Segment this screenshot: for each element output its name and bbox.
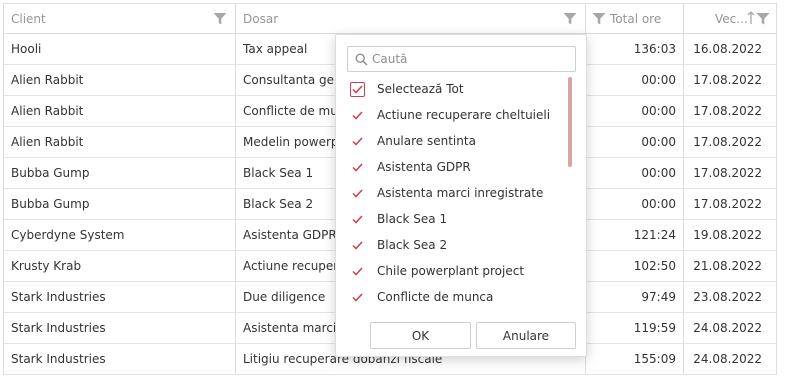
select-all-item[interactable]: Selectează Tot xyxy=(350,76,574,102)
cell-date: 24.08.2022 xyxy=(693,352,762,366)
option-checkbox[interactable] xyxy=(350,290,365,305)
option-checkbox[interactable] xyxy=(350,186,365,201)
cell-client: Stark Industries xyxy=(4,282,236,312)
check-icon xyxy=(352,267,363,276)
cell-date: 24.08.2022 xyxy=(693,321,762,335)
cell-total-ore: 00:00 xyxy=(586,65,684,95)
cell-client: Alien Rabbit xyxy=(4,96,236,126)
check-icon xyxy=(352,293,363,302)
cell-total-ore: 00:00 xyxy=(586,189,684,219)
cell-total-ore: 136:03 xyxy=(586,34,684,64)
filter-option[interactable]: Actiune recuperare cheltuieli xyxy=(350,102,574,128)
cell-total-ore: 00:00 xyxy=(586,158,684,188)
search-icon xyxy=(355,53,368,66)
filter-icon[interactable] xyxy=(592,12,606,26)
cell-client: Bubba Gump xyxy=(4,189,236,219)
option-checkbox[interactable] xyxy=(350,264,365,279)
cell-client: Bubba Gump xyxy=(4,158,236,188)
cell-date: 17.08.2022 xyxy=(693,135,762,149)
column-header-label: Total ore xyxy=(610,11,662,26)
cell-date: 17.08.2022 xyxy=(693,166,762,180)
option-label: Black Sea 2 xyxy=(377,238,448,252)
grid-header: Client Dosar Total ore Vec... xyxy=(4,3,776,34)
column-header-total-ore[interactable]: Total ore xyxy=(586,4,684,33)
cell-client: Alien Rabbit xyxy=(4,127,236,157)
select-all-label: Selectează Tot xyxy=(377,82,464,96)
search-box[interactable] xyxy=(347,46,576,72)
search-input[interactable] xyxy=(372,49,568,69)
check-icon xyxy=(352,111,363,120)
cell-date: 17.08.2022 xyxy=(693,73,762,87)
column-header-dosar[interactable]: Dosar xyxy=(236,4,586,33)
cell-total-ore: 97:49 xyxy=(586,282,684,312)
filter-value-list: Selectează Tot Actiune recuperare cheltu… xyxy=(350,76,574,306)
filter-option[interactable]: Asistenta marci inregistrate xyxy=(350,180,574,206)
option-label: Asistenta GDPR xyxy=(377,160,471,174)
filter-option[interactable]: Black Sea 2 xyxy=(350,232,574,258)
option-checkbox[interactable] xyxy=(350,238,365,253)
option-label: Actiune recuperare cheltuieli xyxy=(377,108,551,122)
option-checkbox[interactable] xyxy=(350,160,365,175)
cell-date: 19.08.2022 xyxy=(693,228,762,242)
list-scrollbar[interactable] xyxy=(568,77,572,167)
filter-icon[interactable] xyxy=(213,12,227,26)
cell-date: 21.08.2022 xyxy=(693,259,762,273)
cell-client: Stark Industries xyxy=(4,344,236,374)
column-header-label: Vec... xyxy=(715,11,748,26)
check-icon xyxy=(352,85,363,94)
check-icon xyxy=(352,137,363,146)
cell-total-ore: 121:24 xyxy=(586,220,684,250)
cell-client: Hooli xyxy=(4,34,236,64)
column-header-client[interactable]: Client xyxy=(4,4,236,33)
cell-date: 23.08.2022 xyxy=(693,290,762,304)
cancel-button[interactable]: Anulare xyxy=(476,322,576,349)
cell-total-ore: 00:00 xyxy=(586,127,684,157)
column-header-label: Client xyxy=(11,11,46,26)
cell-client: Cyberdyne System xyxy=(4,220,236,250)
check-icon xyxy=(352,241,363,250)
option-checkbox[interactable] xyxy=(350,108,365,123)
cell-client: Alien Rabbit xyxy=(4,65,236,95)
cell-total-ore: 155:09 xyxy=(586,344,684,374)
cell-client: Krusty Krab xyxy=(4,251,236,281)
ok-button[interactable]: OK xyxy=(370,322,471,349)
option-label: Asistenta marci inregistrate xyxy=(377,186,544,200)
filter-option[interactable]: Black Sea 1 xyxy=(350,206,574,232)
option-label: Conflicte de munca xyxy=(377,290,494,304)
check-icon xyxy=(352,163,363,172)
check-icon xyxy=(352,215,363,224)
filter-icon[interactable] xyxy=(756,12,770,26)
option-checkbox[interactable] xyxy=(350,212,365,227)
cell-date: 16.08.2022 xyxy=(693,42,762,56)
select-all-checkbox[interactable] xyxy=(350,81,365,97)
cell-total-ore: 119:59 xyxy=(586,313,684,343)
filter-option[interactable]: Asistenta GDPR xyxy=(350,154,574,180)
cell-total-ore: 102:50 xyxy=(586,251,684,281)
option-label: Anulare sentinta xyxy=(377,134,476,148)
option-label: Chile powerplant project xyxy=(377,264,525,278)
column-header-label: Dosar xyxy=(243,11,279,26)
option-checkbox[interactable] xyxy=(350,134,365,149)
filter-option[interactable]: Anulare sentinta xyxy=(350,128,574,154)
cell-date: 17.08.2022 xyxy=(693,104,762,118)
filter-popup: Selectează Tot Actiune recuperare cheltu… xyxy=(335,34,587,357)
filter-items: Actiune recuperare cheltuieli Anulare sen… xyxy=(350,102,574,306)
cell-total-ore: 00:00 xyxy=(586,96,684,126)
option-label: Black Sea 1 xyxy=(377,212,448,226)
sort-arrow-icon[interactable] xyxy=(747,11,755,25)
filter-option[interactable]: Chile powerplant project xyxy=(350,258,574,284)
filter-option[interactable]: Conflicte de munca xyxy=(350,284,574,306)
cell-date: 17.08.2022 xyxy=(693,197,762,211)
check-icon xyxy=(352,189,363,198)
column-header-vechime[interactable]: Vec... xyxy=(684,4,776,33)
filter-icon[interactable] xyxy=(563,12,577,26)
cell-client: Stark Industries xyxy=(4,313,236,343)
